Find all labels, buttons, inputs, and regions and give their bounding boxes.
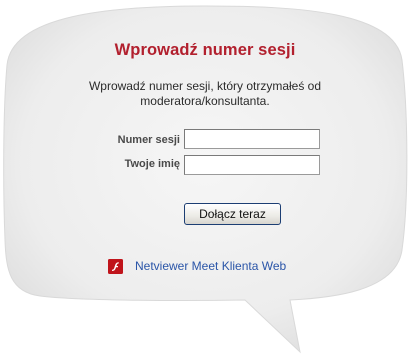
web-client-link[interactable]: Netviewer Meet Klienta Web (135, 259, 286, 273)
dialog-title: Wprowadź numer sesji (114, 41, 296, 59)
session-number-input[interactable] (184, 129, 320, 149)
your-name-input[interactable] (184, 155, 320, 175)
session-dialog: Wprowadź numer sesji Wprowadź numer sesj… (0, 0, 410, 358)
session-number-label: Numer sesji (117, 134, 180, 146)
flash-icon (108, 259, 123, 274)
instructions-text: Wprowadź numer sesji, który otrzymałeś o… (88, 79, 322, 108)
join-now-button[interactable]: Dołącz teraz (184, 203, 281, 225)
your-name-label: Twoje imię (124, 158, 180, 170)
